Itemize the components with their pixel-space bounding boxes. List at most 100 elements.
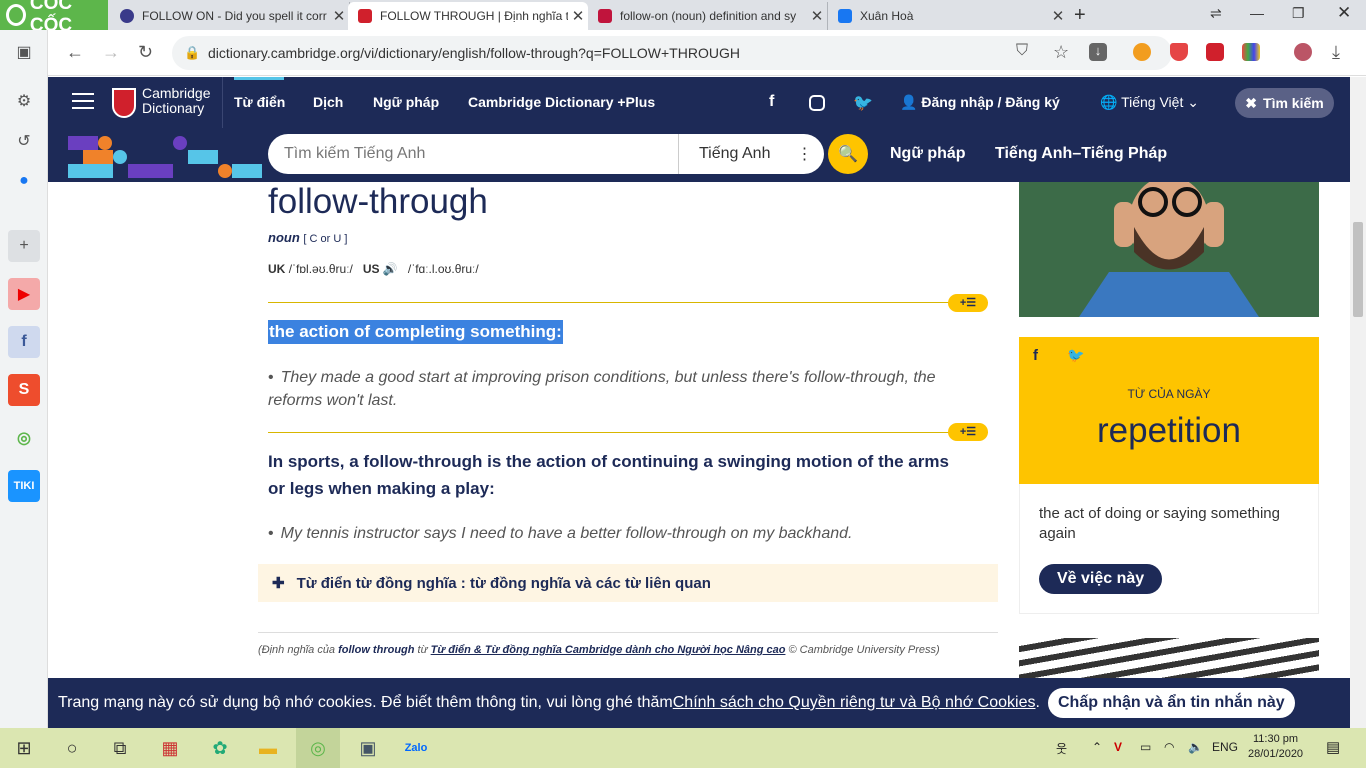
cambridge-favicon-icon [358,9,372,23]
search-box: Tìm kiếm Tiếng Anh Tiếng Anh ⋮ [268,134,824,174]
extension-icon[interactable] [1242,43,1260,61]
twitter-share-icon[interactable]: 🐦 [1067,347,1084,364]
reload-icon[interactable]: ↻ [138,42,153,63]
app-icon[interactable]: ✿ [206,734,234,762]
unikey-icon[interactable]: V [1114,740,1122,754]
task-view-icon[interactable]: ⧉ [106,734,134,762]
zalo-icon[interactable]: Zalo [402,734,430,762]
user-icon: 👤 [900,94,922,110]
tab-close-icon[interactable]: ✕ [568,7,588,25]
facebook-icon[interactable]: f [769,93,774,111]
forward-icon[interactable]: → [102,42,120,63]
definition-2: In sports, a follow-through is the actio… [268,452,949,498]
nav-grammar[interactable]: Ngữ pháp [373,94,439,110]
tab-follow-through[interactable]: FOLLOW THROUGH | Định nghĩa t ✕ [348,2,588,30]
people-icon[interactable]: 웃 [1056,740,1067,757]
coccoc-app-icon[interactable]: ◎ [8,422,40,454]
advert-image[interactable] [1019,182,1319,317]
volume-icon[interactable]: 🔈 [1188,740,1203,754]
cookie-policy-link[interactable]: Chính sách cho Quyền riêng tư và Bộ nhớ … [673,694,1036,712]
tab-follow-on[interactable]: FOLLOW ON - Did you spell it corr ✕ [110,2,350,30]
quick-link-grammar[interactable]: Ngữ pháp [890,145,966,163]
cortana-icon[interactable]: ○ [58,734,86,762]
bookmark-star-icon[interactable]: ☆ [1053,42,1069,63]
wotd-body: the act of doing or saying something aga… [1019,484,1319,614]
tab-follow-on-noun[interactable]: follow-on (noun) definition and sy ✕ [588,2,828,30]
tab-search-icon[interactable]: ⇌ [1210,5,1222,22]
thesaurus-expander[interactable]: ✚ Từ điển từ đồng nghĩa : từ đồng nghĩa … [258,564,998,602]
page-scrollbar[interactable] [1350,77,1366,728]
wotd-about-button[interactable]: Về việc này [1039,564,1163,594]
cookie-accept-button[interactable]: Chấp nhận và ẩn tin nhắn này [1048,688,1295,718]
wifi-icon[interactable]: ◠ [1164,740,1174,754]
dictionary-selector[interactable]: Tiếng Anh ⋮ [678,134,824,174]
minimize-icon[interactable]: — [1250,5,1264,21]
input-language[interactable]: ENG [1212,740,1238,754]
extension-icon[interactable] [1206,43,1224,61]
battery-icon[interactable]: ▭ [1140,740,1151,754]
history-icon[interactable]: ↺ [8,125,40,157]
menu-icon[interactable] [72,93,94,109]
add-app-icon[interactable]: + [8,230,40,262]
adblock-icon[interactable] [1170,43,1188,61]
downloads-icon[interactable]: ⤓ [1332,42,1340,63]
facebook-share-icon[interactable]: f [1033,347,1038,364]
shopee-icon[interactable]: S [8,374,40,406]
download-icon[interactable]: ↓ [1089,43,1107,61]
back-icon[interactable]: ← [66,42,84,63]
extension-icon[interactable] [1133,43,1151,61]
add-to-wordlist-button[interactable]: +☰ [948,423,988,441]
chevron-up-icon[interactable]: ⌃ [1092,740,1102,754]
messenger-icon[interactable]: ● [8,165,40,197]
language-selector[interactable]: 🌐 Tiếng Việt ⌄ [1100,94,1199,111]
credit-mid: từ [414,644,431,656]
coccoc-menu-button[interactable]: CỐC CỐC [0,0,108,36]
facebook-icon[interactable]: f [8,326,40,358]
app-icon[interactable]: ▣ [354,734,382,762]
windows-start-icon[interactable]: ⊞ [10,734,38,762]
restore-icon[interactable]: ❐ [1292,5,1305,22]
new-tab-icon[interactable]: + [1074,4,1086,27]
clock[interactable]: 11:30 pm 28/01/2020 [1248,732,1303,762]
search-input[interactable]: Tìm kiếm Tiếng Anh [268,145,678,163]
coccoc-taskbar-icon[interactable]: ◎ [296,728,340,768]
us-ipa: /ˈfɑː.l.oʊ.θruː/ [407,262,479,276]
tab-close-icon[interactable]: ✕ [1048,7,1068,25]
scrollbar-thumb[interactable] [1353,222,1363,317]
app-icon[interactable]: ▦ [156,734,184,762]
search-submit-button[interactable]: 🔍 [828,134,868,174]
twitter-icon[interactable]: 🐦 [853,93,873,113]
tab-facebook[interactable]: Xuân Hoà ✕ [828,2,1068,30]
tiki-icon[interactable]: TIKI [8,470,40,502]
site-logo-text[interactable]: Cambridge Dictionary [142,86,210,116]
login-link[interactable]: 👤 Đăng nhập / Đăng ký [900,94,1060,111]
credit-link[interactable]: Từ điển & Từ đồng nghĩa Cambridge dành c… [431,644,786,656]
decorative-block [128,164,173,178]
settings-icon[interactable]: ⚙ [8,85,40,117]
instagram-icon[interactable] [809,95,825,111]
quick-link-en-fr[interactable]: Tiếng Anh–Tiếng Pháp [995,145,1167,163]
nav-plus[interactable]: Cambridge Dictionary +Plus [468,94,655,110]
main-content: follow-through noun [ C or U ] UK /ˈfɒl.… [48,182,1350,678]
profile-avatar[interactable] [1294,43,1312,61]
browser-sidebar: ▣ ⚙ ↺ ● + ▶ f S ◎ TIKI [0,30,48,728]
wotd-word[interactable]: repetition [1019,411,1319,451]
shield-icon[interactable]: ⛉ [1016,42,1028,60]
file-explorer-icon[interactable]: ▬ [254,734,282,762]
speaker-icon[interactable]: 🔊 [383,262,398,276]
tab-close-icon[interactable]: ✕ [807,7,827,25]
nav-dictionary[interactable]: Từ điển [234,94,285,110]
add-to-wordlist-button[interactable]: +☰ [948,294,988,312]
youtube-icon[interactable]: ▶ [8,278,40,310]
more-vertical-icon: ⋮ [796,146,813,163]
cambridge-shield-logo[interactable] [112,88,136,118]
cookie-text: Trang mạng này có sử dụng bộ nhớ cookies… [58,694,673,711]
close-window-icon[interactable]: ✕ [1337,3,1351,23]
tab-close-icon[interactable]: ✕ [329,7,349,25]
sidebar-toggle-icon[interactable]: ▣ [8,36,40,68]
search-toggle-button[interactable]: ✖ Tìm kiếm [1235,88,1334,118]
nav-translate[interactable]: Dịch [313,94,343,110]
notifications-icon[interactable]: ▤ [1326,738,1340,756]
header-divider [222,77,223,128]
advert-image-2[interactable] [1019,638,1319,678]
